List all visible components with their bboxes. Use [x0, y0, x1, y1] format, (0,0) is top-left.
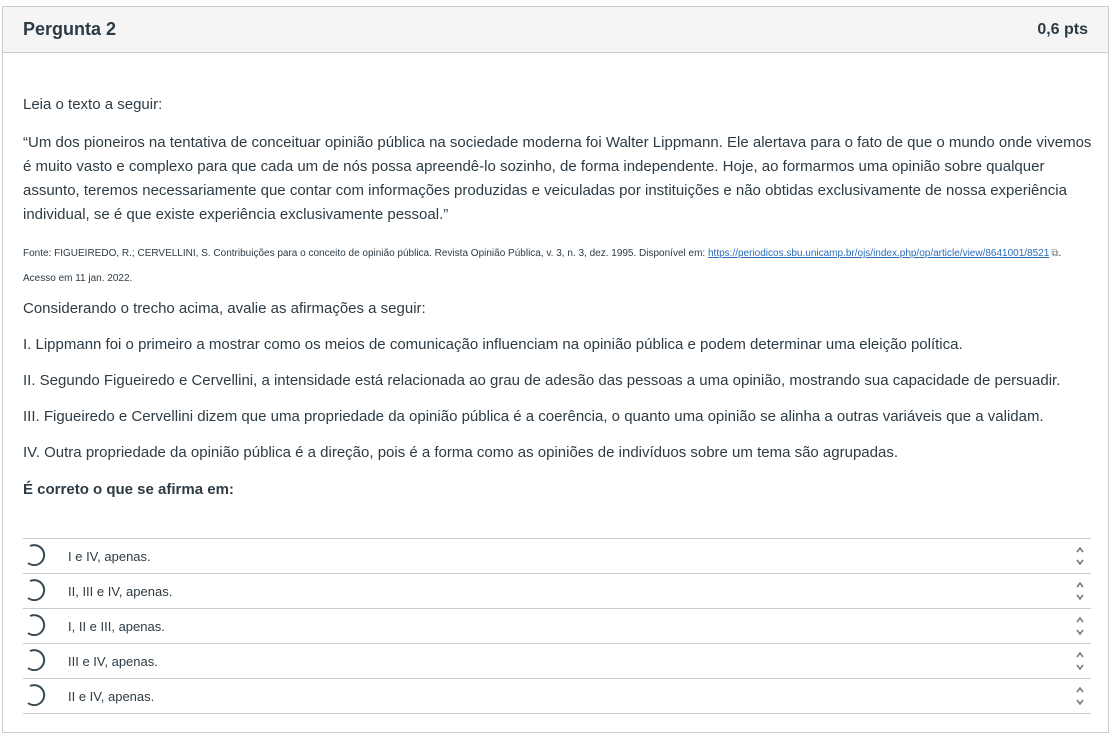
answer-option[interactable]: II, III e IV, apenas.	[23, 574, 1091, 609]
answer-list: I e IV, apenas. II, III e IV, apenas. I,…	[23, 538, 1091, 714]
answer-option[interactable]: I, II e III, apenas.	[23, 609, 1091, 644]
considering-text: Considerando o trecho acima, avalie as a…	[23, 300, 426, 317]
sort-arrows-icon[interactable]	[1075, 685, 1085, 707]
sort-arrows-icon[interactable]	[1075, 615, 1085, 637]
question-prompt: É correto o que se afirma em:	[23, 481, 234, 498]
source-link[interactable]: https://periodicos.sbu.unicamp.br/ojs/in…	[708, 248, 1049, 259]
answer-label[interactable]: II e IV, apenas.	[68, 689, 154, 704]
statement-1: I. Lippmann foi o primeiro a mostrar com…	[23, 336, 963, 353]
answer-option[interactable]: I e IV, apenas.	[23, 539, 1091, 574]
statement-4: IV. Outra propriedade da opinião pública…	[23, 444, 898, 461]
radio-loading-icon[interactable]	[24, 684, 46, 706]
statement-3: III. Figueiredo e Cervellini dizem que u…	[23, 408, 1044, 425]
answer-label[interactable]: I, II e III, apenas.	[68, 619, 165, 634]
source-prefix: Fonte: FIGUEIREDO, R.; CERVELLINI, S. Co…	[23, 248, 708, 259]
intro-text: Leia o texto a seguir:	[23, 96, 163, 113]
quote-text: “Um dos pioneiros na tentativa de concei…	[23, 134, 1092, 223]
answer-label[interactable]: II, III e IV, apenas.	[68, 584, 172, 599]
question-header: Pergunta 2 0,6 pts	[3, 7, 1108, 53]
source-citation: Fonte: FIGUEIREDO, R.; CERVELLINI, S. Co…	[23, 241, 1093, 291]
radio-loading-icon[interactable]	[24, 614, 46, 636]
radio-loading-icon[interactable]	[24, 579, 46, 601]
sort-arrows-icon[interactable]	[1075, 545, 1085, 567]
question-card: Pergunta 2 0,6 pts Leia o texto a seguir…	[2, 6, 1109, 733]
question-title: Pergunta 2	[23, 19, 117, 39]
sort-arrows-icon[interactable]	[1075, 650, 1085, 672]
question-points: 0,6 pts	[1037, 20, 1088, 38]
sort-arrows-icon[interactable]	[1075, 580, 1085, 602]
answer-option[interactable]: III e IV, apenas.	[23, 644, 1091, 679]
answer-label[interactable]: III e IV, apenas.	[68, 654, 158, 669]
answer-label[interactable]: I e IV, apenas.	[68, 549, 151, 564]
answer-option[interactable]: II e IV, apenas.	[23, 679, 1091, 714]
radio-loading-icon[interactable]	[24, 544, 46, 566]
radio-loading-icon[interactable]	[24, 649, 46, 671]
statement-2: II. Segundo Figueiredo e Cervellini, a i…	[23, 372, 1061, 389]
